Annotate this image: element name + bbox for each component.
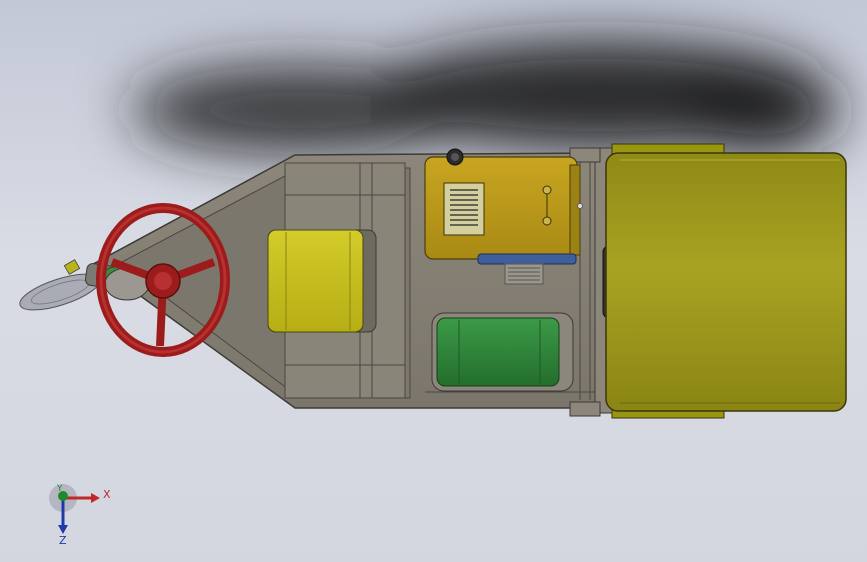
roller-drum <box>602 143 847 419</box>
engine-hood <box>424 148 583 260</box>
road-roller-model-view[interactable] <box>0 0 867 562</box>
z-axis-label: Z <box>59 534 67 547</box>
operator-seat <box>267 229 377 333</box>
x-axis-label: X <box>103 488 111 501</box>
ground-shadow <box>130 40 840 155</box>
graphics-viewport[interactable]: X Y Z <box>0 0 867 562</box>
y-axis-label: Y <box>57 484 63 494</box>
water-tank <box>431 312 574 392</box>
